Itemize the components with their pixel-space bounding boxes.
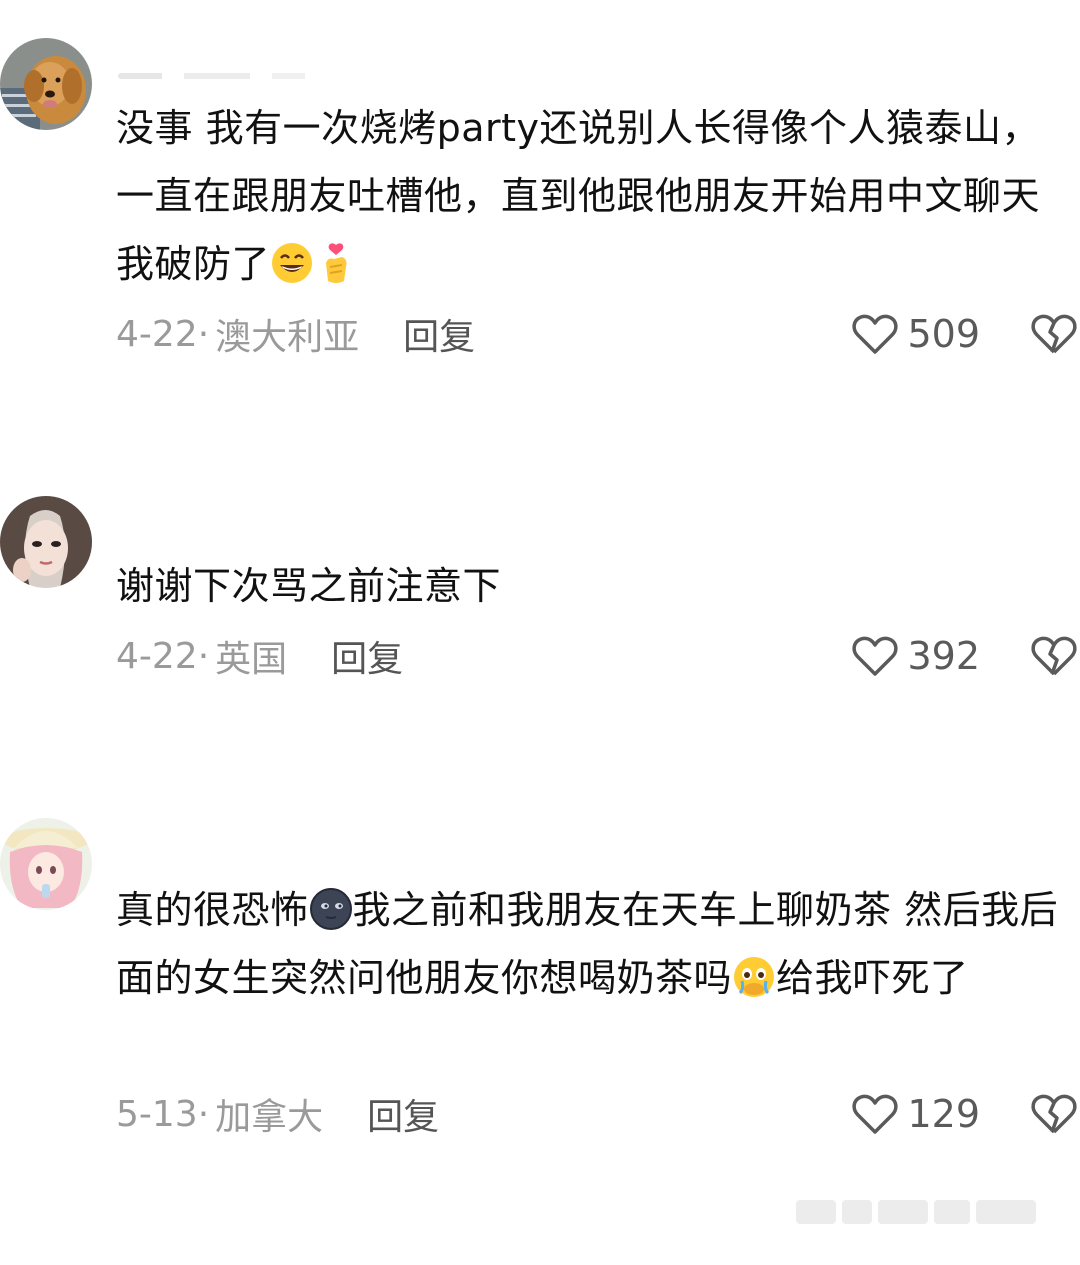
comment-meta: 4-22 · 澳大利亚 回复 (116, 308, 475, 360)
comment-location: 加拿大 (215, 1097, 324, 1138)
comment-text: 没事 我有一次烧烤party还说别人长得像个人猿泰山，一直在跟朋友吐槽他，直到他… (116, 94, 1076, 298)
heart-icon (852, 1094, 899, 1134)
comment-meta: 4-22 · 英国 回复 (116, 630, 403, 682)
meta-separator: · (197, 635, 210, 677)
comment-date: 5-13 (116, 1093, 198, 1135)
avatar-girl[interactable] (0, 496, 92, 588)
like-count: 392 (907, 634, 980, 678)
new-moon-face-emoji-icon (309, 887, 353, 931)
comment-meta: 5-13 · 加拿大 回复 (116, 1088, 439, 1140)
broken-heart-icon (1031, 1094, 1077, 1134)
like-count: 509 (907, 312, 980, 356)
dog-avatar-image (0, 38, 92, 130)
anime-avatar-image (0, 818, 92, 910)
holding-back-tears-emoji-icon (732, 955, 776, 999)
comment-location: 澳大利亚 (215, 317, 360, 358)
avatar-dog[interactable] (0, 38, 92, 130)
reply-button[interactable]: 回复 (367, 1088, 439, 1140)
dislike-button[interactable] (1030, 1090, 1080, 1138)
comment-body-part1: 真的很恐怖 (116, 888, 309, 932)
like-button[interactable]: 509 (851, 310, 980, 358)
watermark (796, 1197, 1066, 1227)
broken-heart-icon (1031, 636, 1077, 676)
finger-heart-emoji-icon (314, 241, 358, 285)
like-button[interactable]: 392 (851, 632, 980, 680)
comment-date: 4-22 (116, 313, 198, 355)
like-button[interactable]: 129 (851, 1090, 980, 1138)
avatar-anime[interactable] (0, 818, 92, 910)
comment-text: 真的很恐怖 我之前和我朋友在天车上聊奶茶 然后我后面的女生突然问他朋友你想喝奶茶吗… (116, 876, 1076, 1012)
heart-icon (852, 314, 899, 354)
comment-date: 4-22 (116, 635, 198, 677)
comment-body: 没事 我有一次烧烤party还说别人长得像个人猿泰山，一直在跟朋友吐槽他，直到他… (116, 106, 1041, 286)
reply-button[interactable]: 回复 (403, 308, 475, 360)
girl-avatar-image (0, 496, 92, 588)
username-placeholder[interactable] (118, 73, 338, 79)
comment-body-part3: 给我吓死了 (776, 956, 969, 1000)
broken-heart-icon (1031, 314, 1077, 354)
comment-location: 英国 (215, 639, 288, 680)
dislike-button[interactable] (1030, 632, 1080, 680)
meta-separator: · (197, 1093, 210, 1135)
heart-icon (852, 636, 899, 676)
grinning-sweat-emoji-icon (270, 241, 314, 285)
meta-separator: · (197, 313, 210, 355)
dislike-button[interactable] (1030, 310, 1080, 358)
comment-body: 谢谢下次骂之前注意下 (116, 564, 502, 608)
comment-text: 谢谢下次骂之前注意下 (116, 552, 1076, 620)
reply-button[interactable]: 回复 (331, 630, 403, 682)
like-count: 129 (907, 1092, 980, 1136)
